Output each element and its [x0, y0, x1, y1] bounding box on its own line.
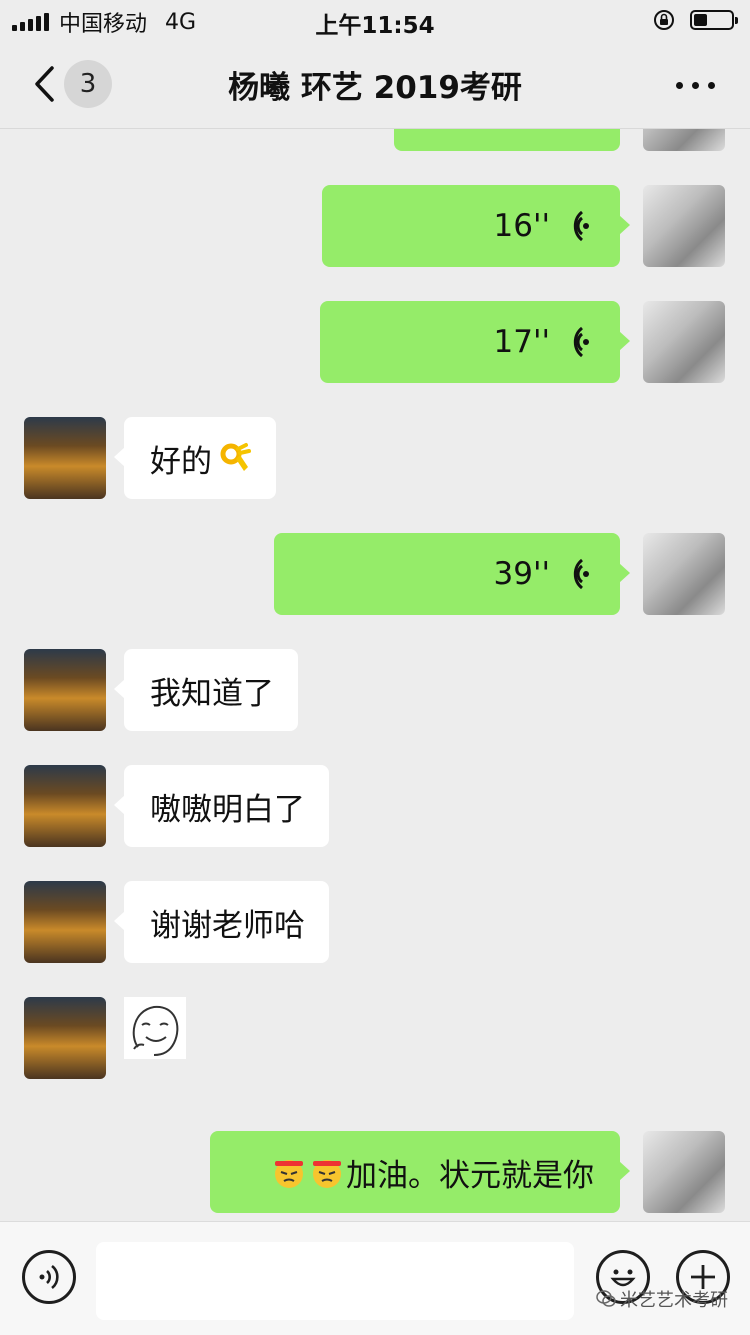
- avatar[interactable]: [643, 533, 725, 615]
- message-text: 加油。状元就是你: [346, 1157, 594, 1194]
- more-options-icon[interactable]: [676, 74, 716, 94]
- message-text: 我知道了: [150, 675, 274, 712]
- text-message-bubble[interactable]: 我知道了: [114, 649, 298, 731]
- voice-message-bubble[interactable]: 16'': [322, 185, 630, 267]
- chevron-left-icon: [35, 66, 54, 102]
- text-message-bubble[interactable]: 好的: [114, 417, 276, 499]
- text-message-bubble[interactable]: 谢谢老师哈: [114, 881, 329, 963]
- message-bubble[interactable]: [394, 129, 620, 151]
- voice-icon: [39, 1264, 59, 1290]
- text-message-bubble[interactable]: 加油。状元就是你: [210, 1131, 630, 1213]
- message-list[interactable]: 16'' 17'' 好的 39'' 我知道了 嗷嗷明白了 谢谢老师哈 加油。状元…: [0, 129, 750, 1221]
- avatar[interactable]: [643, 129, 725, 151]
- avatar[interactable]: [643, 185, 725, 267]
- avatar[interactable]: [24, 417, 106, 499]
- message-text: 嗷嗷明白了: [150, 791, 305, 828]
- voice-message-bubble[interactable]: 17'': [320, 301, 630, 383]
- voice-wave-icon: [573, 326, 589, 358]
- input-bar: 米艺艺术考研: [0, 1221, 750, 1335]
- voice-input-button[interactable]: [22, 1250, 76, 1304]
- back-button[interactable]: [22, 62, 66, 106]
- watermark: 米艺艺术考研: [596, 1286, 728, 1312]
- message-text: 谢谢老师哈: [150, 907, 305, 944]
- avatar[interactable]: [643, 301, 725, 383]
- message-input[interactable]: [96, 1242, 574, 1320]
- voice-wave-icon: [573, 210, 589, 242]
- avatar[interactable]: [643, 1131, 725, 1213]
- rotation-lock-icon: [654, 10, 674, 30]
- clock: 上午11:54: [315, 13, 435, 39]
- wechat-logo-icon: [596, 1290, 616, 1307]
- status-bar: 中国移动 4G 上午11:54: [0, 0, 750, 40]
- avatar[interactable]: [24, 649, 106, 731]
- chat-title: 杨曦 环艺 2019考研: [228, 70, 522, 106]
- avatar[interactable]: [24, 997, 106, 1079]
- text-message-bubble[interactable]: 嗷嗷明白了: [114, 765, 329, 847]
- voice-duration: 17'': [493, 324, 551, 360]
- unread-count-badge[interactable]: 3: [64, 60, 112, 108]
- avatar[interactable]: [24, 881, 106, 963]
- sticker-message[interactable]: [124, 997, 186, 1059]
- ok-hand-emoji-icon: [220, 443, 251, 471]
- watermark-text: 米艺艺术考研: [620, 1290, 728, 1311]
- message-text: 好的: [150, 443, 212, 480]
- avatar[interactable]: [24, 765, 106, 847]
- voice-duration: 39'': [493, 556, 551, 592]
- smiling-face-sticker-icon: [132, 1005, 179, 1056]
- determined-face-emoji-icon: [313, 1160, 341, 1188]
- voice-duration: 16'': [493, 208, 551, 244]
- chat-header: 3 杨曦 环艺 2019考研: [0, 40, 750, 129]
- determined-face-emoji-icon: [275, 1160, 303, 1188]
- battery-icon: [690, 10, 738, 30]
- voice-message-bubble[interactable]: 39'': [274, 533, 630, 615]
- voice-wave-icon: [573, 558, 589, 590]
